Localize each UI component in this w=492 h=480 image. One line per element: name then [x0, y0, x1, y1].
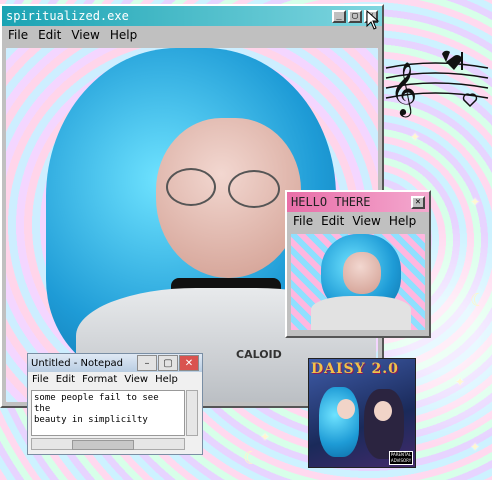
main-window-title: spiritualized.exe [6, 9, 129, 23]
close-button[interactable]: ✕ [411, 195, 425, 209]
hello-window-title: HELLO THERE [291, 195, 371, 209]
menu-file[interactable]: File [293, 214, 313, 228]
hello-window: HELLO THERE ✕ File Edit View Help [285, 190, 431, 338]
menu-edit[interactable]: Edit [38, 28, 61, 42]
notepad-line: the [34, 404, 51, 414]
notepad-text-area[interactable]: some people fail to see the beauty in si… [31, 390, 185, 436]
main-titlebar[interactable]: spiritualized.exe _ ▢ ✕ [2, 6, 382, 26]
svg-text:𝄞: 𝄞 [390, 61, 417, 117]
main-menubar: File Edit View Help [2, 26, 382, 44]
notepad-menubar: File Edit Format View Help [28, 372, 202, 387]
notepad-window: Untitled - Notepad – ▢ ✕ File Edit Forma… [27, 353, 203, 455]
maximize-button[interactable]: ▢ [158, 355, 178, 371]
menu-help[interactable]: Help [155, 374, 178, 385]
album-title: DAISY 2.0 [311, 361, 399, 377]
menu-view[interactable]: View [352, 214, 380, 228]
scrollbar-thumb[interactable] [72, 440, 134, 450]
menu-view[interactable]: View [71, 28, 99, 42]
parental-advisory-label: PARENTAL ADVISORY [389, 451, 413, 465]
hello-photo [291, 234, 425, 330]
menu-file[interactable]: File [8, 28, 28, 42]
minimize-button[interactable]: – [137, 355, 157, 371]
close-button[interactable]: ✕ [179, 355, 199, 371]
menu-file[interactable]: File [32, 374, 49, 385]
hello-menubar: File Edit View Help [287, 212, 429, 230]
menu-edit[interactable]: Edit [321, 214, 344, 228]
jacket-logo: CALOID [236, 348, 282, 361]
star-icon: ✦ [410, 130, 421, 144]
heart-icon [442, 50, 462, 70]
menu-format[interactable]: Format [82, 374, 117, 385]
minimize-button[interactable]: _ [332, 9, 346, 23]
cursor-icon [366, 10, 380, 30]
music-note-icon: 𝄞 [385, 50, 489, 117]
notepad-line: some people fail to see [34, 393, 159, 403]
menu-view[interactable]: View [124, 374, 148, 385]
star-icon: ✦ [260, 430, 271, 444]
notepad-hscrollbar[interactable] [31, 438, 185, 450]
notepad-vscrollbar[interactable] [186, 390, 198, 436]
menu-help[interactable]: Help [110, 28, 137, 42]
hello-titlebar[interactable]: HELLO THERE ✕ [287, 192, 429, 212]
album-cover: DAISY 2.0 PARENTAL ADVISORY [308, 358, 416, 468]
star-icon: ✦ [470, 440, 481, 454]
menu-edit[interactable]: Edit [56, 374, 75, 385]
glasses [166, 168, 286, 208]
moon-icon: ☾ [470, 290, 487, 311]
notepad-title: Untitled - Notepad [31, 357, 124, 369]
star-icon: ✦ [455, 375, 466, 389]
moon-icon: ☾ [243, 448, 260, 469]
maximize-button[interactable]: ▢ [348, 9, 362, 23]
notepad-titlebar[interactable]: Untitled - Notepad – ▢ ✕ [28, 354, 202, 372]
star-icon: ✦ [470, 195, 481, 209]
notepad-line: beauty in simplicilty [34, 415, 148, 425]
menu-help[interactable]: Help [389, 214, 416, 228]
